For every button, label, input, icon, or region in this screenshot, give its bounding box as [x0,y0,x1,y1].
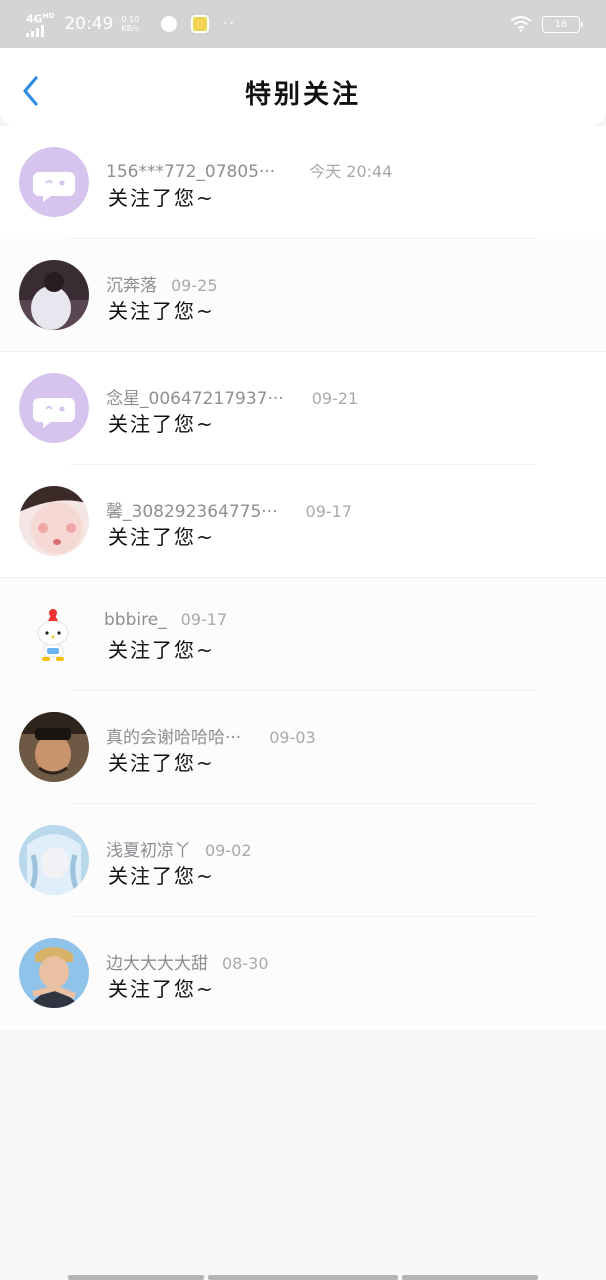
avatar[interactable] [19,938,89,1008]
more-notifications-icon: ·· [223,16,237,32]
list-item[interactable]: 真的会谢哈哈哈··· 09-03 关注了您~ [0,691,606,804]
user-name: 156***772_07805··· [106,162,276,182]
avatar[interactable] [19,486,89,556]
default-robot-avatar-icon [19,147,89,217]
list-item[interactable]: 浅夏初凉丫 09-02 关注了您~ [0,804,606,917]
follow-message: 关注了您~ [108,299,215,323]
follow-message: 关注了您~ [108,638,215,662]
follow-message: 关注了您~ [108,412,215,436]
user-name: bbbire_ [104,610,167,630]
page-title: 特别关注 [244,80,361,110]
follow-date: 今天 20:44 [309,162,393,181]
user-photo-icon [19,938,89,1008]
anime-avatar-icon [19,825,89,895]
signal-icon: 4GHD [26,11,54,37]
follow-date: 09-21 [311,389,359,408]
list-item[interactable]: 念星_00647217937··· 09-21 关注了您~ [0,352,606,465]
user-name: 沉奔落 [106,276,157,296]
user-name: 念星_00647217937··· [106,389,284,409]
follow-message: 关注了您~ [108,186,215,210]
nav-bar-segment [208,1275,398,1280]
nav-bar-segment [402,1275,538,1280]
follow-date: 09-17 [305,502,353,521]
avatar[interactable] [19,712,89,782]
follow-date: 09-03 [269,728,316,747]
network-speed: 0.10 KB/s [121,15,140,33]
follow-list: 156***772_07805··· 今天 20:44 关注了您~ 沉奔落 09… [0,126,606,1030]
follow-date: 08-30 [222,954,269,973]
user-name: 馨_308292364775··· [106,502,278,522]
header: 特别关注 [0,48,606,126]
default-robot-avatar-icon [19,373,89,443]
hello-kitty-icon [19,599,89,669]
user-photo-icon [19,486,89,556]
user-name: 边大大大大甜 [106,954,208,974]
battery-icon: 16 [542,15,583,33]
user-name: 浅夏初凉丫 [106,841,191,861]
follow-date: 09-17 [180,610,228,629]
app-notification-icon [191,15,210,33]
user-photo-icon [19,260,89,330]
list-item[interactable]: 馨_308292364775··· 09-17 关注了您~ [0,465,606,578]
follow-message: 关注了您~ [108,751,215,775]
wifi-icon [510,16,532,32]
avatar[interactable] [19,147,89,217]
list-item[interactable]: bbbire_ 09-17 关注了您~ [0,578,606,691]
battery-level: 16 [554,18,568,30]
user-photo-icon [19,712,89,782]
follow-date: 09-25 [171,276,218,295]
follow-date: 09-02 [205,841,252,860]
status-time: 20:49 [64,14,114,34]
empty-area [0,1034,606,1280]
notification-icon [161,16,178,32]
avatar[interactable] [19,373,89,443]
follow-message: 关注了您~ [108,864,215,888]
follow-message: 关注了您~ [108,977,215,1001]
user-name: 真的会谢哈哈哈··· [106,728,242,748]
avatar[interactable] [19,825,89,895]
avatar[interactable] [19,599,89,669]
status-bar: 4GHD 20:49 0.10 KB/s ·· 16 [0,0,606,48]
follow-message: 关注了您~ [108,525,215,549]
list-item[interactable]: 沉奔落 09-25 关注了您~ [0,239,606,352]
nav-bar-segment [68,1275,204,1280]
list-item[interactable]: 156***772_07805··· 今天 20:44 关注了您~ [0,126,606,239]
avatar[interactable] [19,260,89,330]
list-item[interactable]: 边大大大大甜 08-30 关注了您~ [0,917,606,1030]
